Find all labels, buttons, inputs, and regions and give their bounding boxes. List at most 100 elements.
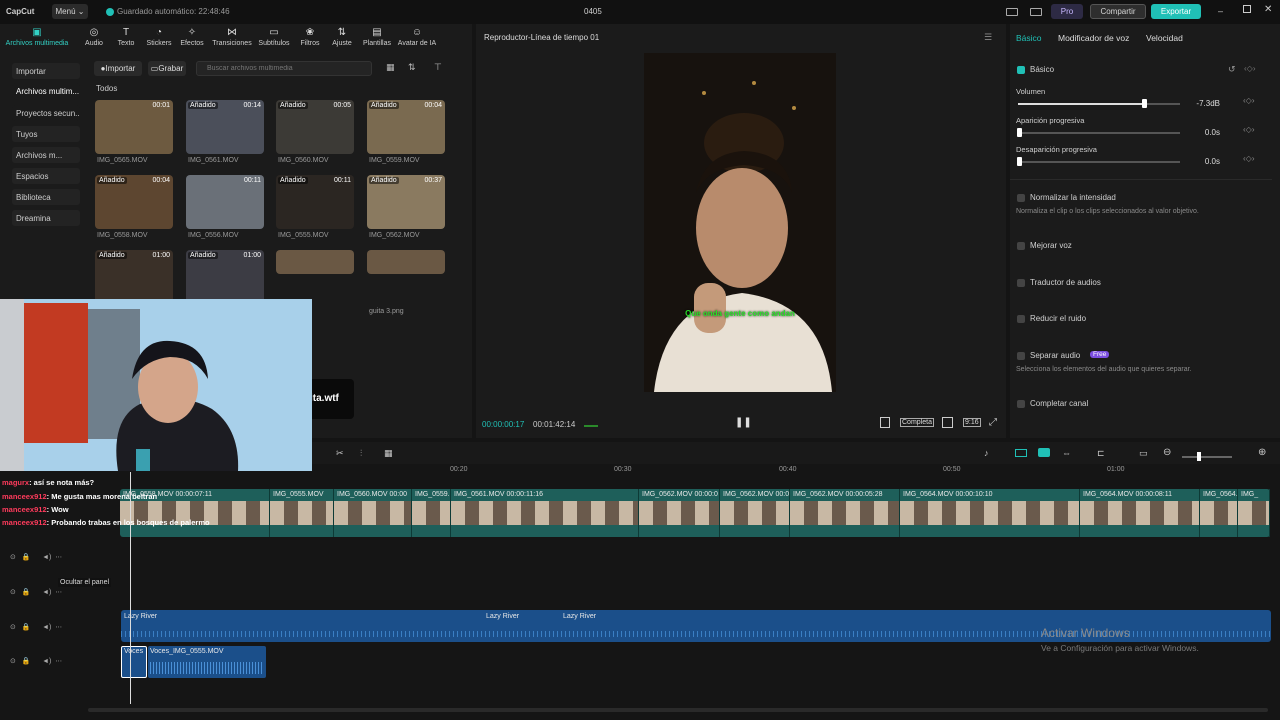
minimize-icon[interactable]: – bbox=[1218, 6, 1223, 16]
fade-out-knob[interactable] bbox=[1017, 157, 1022, 166]
search-input[interactable] bbox=[196, 61, 372, 76]
fade-in-keyframe-icon[interactable]: ‹◇› bbox=[1243, 125, 1254, 134]
video-clip[interactable]: IMG_0562.MOV 00:00:0 bbox=[639, 489, 720, 537]
tool-transitions[interactable]: ⋈ Transiciones bbox=[210, 26, 254, 52]
timeline-scrollbar[interactable] bbox=[88, 708, 1268, 712]
volume-knob[interactable] bbox=[1142, 99, 1147, 108]
tool-avatar[interactable]: ☺ Avatar de IA bbox=[395, 26, 439, 52]
pro-button[interactable]: Pro bbox=[1051, 4, 1083, 19]
marker-icon[interactable]: ⫶ bbox=[360, 448, 362, 459]
share-button[interactable]: Compartir bbox=[1090, 4, 1146, 19]
shortcuts-icon[interactable] bbox=[1030, 8, 1042, 16]
video-clip[interactable]: IMG_0561.MOV 00:00:11:16 bbox=[451, 489, 639, 537]
zoom-knob[interactable] bbox=[1197, 452, 1201, 461]
full-quality-button[interactable]: Completa bbox=[900, 418, 934, 427]
mic-icon[interactable]: ♪ bbox=[984, 448, 989, 458]
fade-in-knob[interactable] bbox=[1017, 128, 1022, 137]
freeze-icon[interactable]: ▦ bbox=[384, 448, 393, 459]
media-thumbnail[interactable]: Añadido 00:37 bbox=[367, 175, 445, 229]
video-clip[interactable]: IMG_0562.MOV 00:00 bbox=[720, 489, 790, 537]
maximize-icon[interactable] bbox=[1243, 5, 1251, 13]
record-button[interactable]: ▭ Grabar bbox=[148, 61, 186, 76]
link-icon[interactable] bbox=[1038, 448, 1050, 457]
separate-checkbox[interactable] bbox=[1017, 352, 1025, 360]
tool-adjust[interactable]: ⇅ Ajuste bbox=[322, 26, 362, 52]
tab-voice-changer[interactable]: Modificador de voz bbox=[1058, 33, 1129, 43]
video-clip[interactable]: IMG_0555.MOV bbox=[270, 489, 334, 537]
sort-icon[interactable]: ⇅ bbox=[408, 62, 416, 73]
sidebar-item-files[interactable]: Archivos m... bbox=[12, 147, 80, 163]
video-clip[interactable]: IMG_0562.MOV 00:00:05:28 bbox=[790, 489, 900, 537]
track-controls-2[interactable]: ⊙ 🔒 ◄) ⋯ bbox=[10, 588, 62, 596]
translator-checkbox[interactable] bbox=[1017, 279, 1025, 287]
media-thumbnail[interactable] bbox=[367, 250, 445, 274]
magnet-icon[interactable] bbox=[1015, 449, 1027, 457]
menu-button[interactable]: Menú ⌄ bbox=[52, 4, 88, 19]
fullscreen-icon[interactable]: ⤢ bbox=[989, 417, 997, 428]
screenshot-icon[interactable] bbox=[942, 417, 953, 428]
pause-icon[interactable]: ❚❚ bbox=[735, 417, 752, 428]
player-menu-icon[interactable]: ☰ bbox=[984, 32, 992, 43]
basic-checkbox[interactable] bbox=[1017, 66, 1025, 74]
fade-out-value[interactable]: 0.0s bbox=[1196, 155, 1236, 168]
video-clip[interactable]: IMG_0564.M bbox=[1200, 489, 1238, 537]
tab-speed[interactable]: Velocidad bbox=[1146, 33, 1183, 43]
video-clip[interactable]: IMG_0564.MOV 00:00:08:11 bbox=[1080, 489, 1200, 537]
media-thumbnail[interactable]: Añadido 01:00 bbox=[95, 250, 173, 304]
export-button[interactable]: Exportar bbox=[1151, 4, 1201, 19]
media-thumbnail[interactable]: Añadido 00:04 bbox=[367, 100, 445, 154]
video-clip[interactable]: IMG_0559.M bbox=[412, 489, 451, 537]
tool-effects[interactable]: ✧ Efectos bbox=[172, 26, 212, 52]
fade-out-keyframe-icon[interactable]: ‹◇› bbox=[1243, 154, 1254, 163]
volume-value[interactable]: -7.3dB bbox=[1196, 97, 1236, 110]
video-clip[interactable]: IMG_ bbox=[1238, 489, 1270, 537]
zoom-in-icon[interactable]: ⊕ bbox=[1258, 447, 1266, 458]
sidebar-item-media[interactable]: Archivos multim... bbox=[12, 83, 80, 99]
volume-keyframe-icon[interactable]: ‹◇› bbox=[1243, 96, 1254, 105]
fade-in-value[interactable]: 0.0s bbox=[1196, 126, 1236, 139]
video-clip[interactable]: IMG_0564.MOV 00:00:10:10 bbox=[900, 489, 1080, 537]
track-controls-4[interactable]: ⊙ 🔒 ◄) ⋯ bbox=[10, 657, 62, 665]
media-thumbnail[interactable]: Añadido 00:14 bbox=[186, 100, 264, 154]
zoom-slider[interactable] bbox=[1182, 456, 1232, 458]
video-track[interactable]: IMG_0558.MOV 00:00:07:11 IMG_0555.MOV IMG_… bbox=[120, 489, 1270, 537]
ratio-button[interactable]: 9:16 bbox=[963, 418, 981, 427]
sidebar-item-spaces[interactable]: Espacios bbox=[12, 168, 80, 184]
media-thumbnail[interactable]: Añadido 00:05 bbox=[276, 100, 354, 154]
video-clip[interactable]: IMG_0560.MOV 00:00 bbox=[334, 489, 412, 537]
track-controls-3[interactable]: ⊙ 🔒 ◄) ⋯ bbox=[10, 623, 62, 631]
split-icon[interactable]: ✂ bbox=[336, 448, 344, 459]
normalize-checkbox[interactable] bbox=[1017, 194, 1025, 202]
snap-icon[interactable]: ⊏ bbox=[1097, 448, 1105, 459]
media-thumbnail[interactable]: Añadido 00:11 bbox=[276, 175, 354, 229]
media-thumbnail[interactable]: 00:11 bbox=[186, 175, 264, 229]
fit-icon[interactable]: ▭ bbox=[1139, 448, 1148, 459]
media-thumbnail[interactable]: Añadido 00:04 bbox=[95, 175, 173, 229]
track-controls-1[interactable]: ⊙ 🔒 ◄) ⋯ bbox=[10, 553, 62, 561]
tool-subtitles[interactable]: ▭ Subtítulos bbox=[254, 26, 294, 52]
import-button[interactable]: ● Importar bbox=[94, 61, 142, 76]
fade-in-track[interactable] bbox=[1018, 132, 1180, 134]
improve-voice-checkbox[interactable] bbox=[1017, 242, 1025, 250]
crop-icon[interactable] bbox=[880, 417, 890, 428]
reset-icon[interactable]: ↺ bbox=[1228, 64, 1236, 75]
tool-templates[interactable]: ▤ Plantillas bbox=[357, 26, 397, 52]
sidebar-item-dreamina[interactable]: Dreamina bbox=[12, 210, 80, 226]
noise-checkbox[interactable] bbox=[1017, 315, 1025, 323]
playhead[interactable] bbox=[130, 472, 131, 704]
media-thumbnail[interactable] bbox=[276, 250, 354, 274]
close-icon[interactable]: ✕ bbox=[1264, 4, 1272, 15]
tool-media[interactable]: ▣ Archivos multimedia bbox=[4, 26, 70, 52]
filter-icon[interactable]: ⊤ bbox=[434, 62, 442, 73]
tab-basic[interactable]: Básico bbox=[1016, 33, 1042, 43]
layout-icon[interactable] bbox=[1006, 8, 1018, 16]
sidebar-item-library[interactable]: Biblioteca bbox=[12, 189, 80, 205]
preview-axis-icon[interactable]: ⇔ bbox=[1062, 448, 1071, 458]
fade-out-track[interactable] bbox=[1018, 161, 1180, 163]
sidebar-item-import[interactable]: Importar bbox=[12, 63, 80, 79]
media-thumbnail[interactable]: 00:01 bbox=[95, 100, 173, 154]
zoom-out-icon[interactable]: ⊖ bbox=[1163, 447, 1171, 458]
grid-view-icon[interactable]: ▦ bbox=[386, 62, 395, 73]
complete-channel-checkbox[interactable] bbox=[1017, 400, 1025, 408]
video-preview[interactable]: Que onda gente como andan bbox=[644, 53, 836, 392]
